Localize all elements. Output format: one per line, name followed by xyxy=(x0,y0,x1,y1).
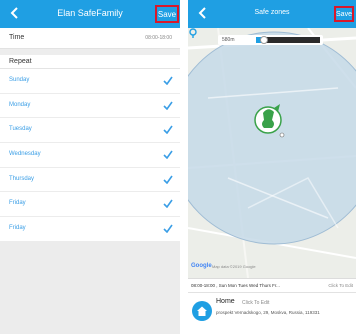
time-label: Time xyxy=(9,34,25,41)
day-row-thursday[interactable]: Thursday xyxy=(0,168,180,193)
checkmark-icon xyxy=(163,101,173,110)
day-list: Sunday Monday Tuesday Wednesday Thursday… xyxy=(0,69,180,242)
empty-area xyxy=(0,242,180,334)
radius-track[interactable] xyxy=(256,36,320,44)
home-icon-circle xyxy=(192,301,212,321)
checkmark-icon xyxy=(163,76,173,85)
time-value: 08:00-18:00 xyxy=(145,35,172,41)
checkmark-icon xyxy=(163,175,173,184)
home-zone-card[interactable]: Home Click To Edit prospekt Vernadskogo,… xyxy=(188,292,356,334)
home-icon xyxy=(197,306,207,316)
home-address: prospekt Vernadskogo, 29, Moskva, Russia… xyxy=(216,310,320,315)
map-view[interactable]: 580m Google Map data ©2019 Google xyxy=(188,28,356,278)
day-label: Tuesday xyxy=(9,126,32,133)
day-label: Friday xyxy=(9,200,26,207)
checkmark-icon xyxy=(163,199,173,209)
google-logo: Google xyxy=(191,263,212,269)
safe-zones-screen: Safe zones Save 580m Google Map data ©20… xyxy=(188,0,356,334)
stage: Elan SafeFamily Save Time 08:00-18:00 Re… xyxy=(0,0,356,334)
day-label: Thursday xyxy=(9,175,35,182)
schedule-bar[interactable]: 08:00-18:00 , Sun Mon Tues Wed Thurs Fr.… xyxy=(188,278,356,292)
left-save-button[interactable]: Save xyxy=(155,5,179,23)
day-row-friday[interactable]: Friday xyxy=(0,192,180,218)
day-row-friday-2[interactable]: Friday xyxy=(0,217,180,242)
day-label: Friday xyxy=(9,225,26,232)
day-row-wednesday[interactable]: Wednesday xyxy=(0,143,180,168)
checkmark-icon xyxy=(163,125,173,135)
home-edit-link[interactable]: Click To Edit xyxy=(242,300,269,306)
right-save-button[interactable]: Save xyxy=(334,6,354,22)
home-zone-name: Home xyxy=(216,298,235,305)
right-page-title: Safe zones xyxy=(254,9,290,16)
radius-thumb[interactable] xyxy=(259,36,268,44)
radius-slider[interactable]: 580m xyxy=(218,35,323,45)
location-pin-icon[interactable] xyxy=(188,28,198,38)
map-attribution: Map data ©2019 Google xyxy=(212,264,256,269)
schedule-edit-link[interactable]: Click To Edit xyxy=(328,283,353,288)
screen-divider xyxy=(180,0,188,334)
day-label: Wednesday xyxy=(9,151,41,158)
time-settings-screen: Elan SafeFamily Save Time 08:00-18:00 Re… xyxy=(0,0,180,334)
radius-label: 580m xyxy=(222,37,235,43)
checkmark-icon xyxy=(163,150,173,160)
repeat-label: Repeat xyxy=(9,58,32,65)
left-page-title: Elan SafeFamily xyxy=(57,8,123,18)
day-row-sunday[interactable]: Sunday xyxy=(0,69,180,94)
right-top-bar: Safe zones Save xyxy=(188,0,356,28)
day-label: Sunday xyxy=(9,77,30,83)
day-label: Monday xyxy=(9,101,31,108)
schedule-summary: 08:00-18:00 , Sun Mon Tues Wed Thurs Fr.… xyxy=(191,283,280,288)
time-row[interactable]: Time 08:00-18:00 xyxy=(0,28,180,49)
left-top-bar: Elan SafeFamily Save xyxy=(0,0,180,28)
map-canvas xyxy=(188,28,356,278)
day-row-monday[interactable]: Monday xyxy=(0,94,180,119)
day-row-tuesday[interactable]: Tuesday xyxy=(0,118,180,144)
repeat-header: Repeat xyxy=(0,55,180,69)
checkmark-icon xyxy=(163,224,173,234)
